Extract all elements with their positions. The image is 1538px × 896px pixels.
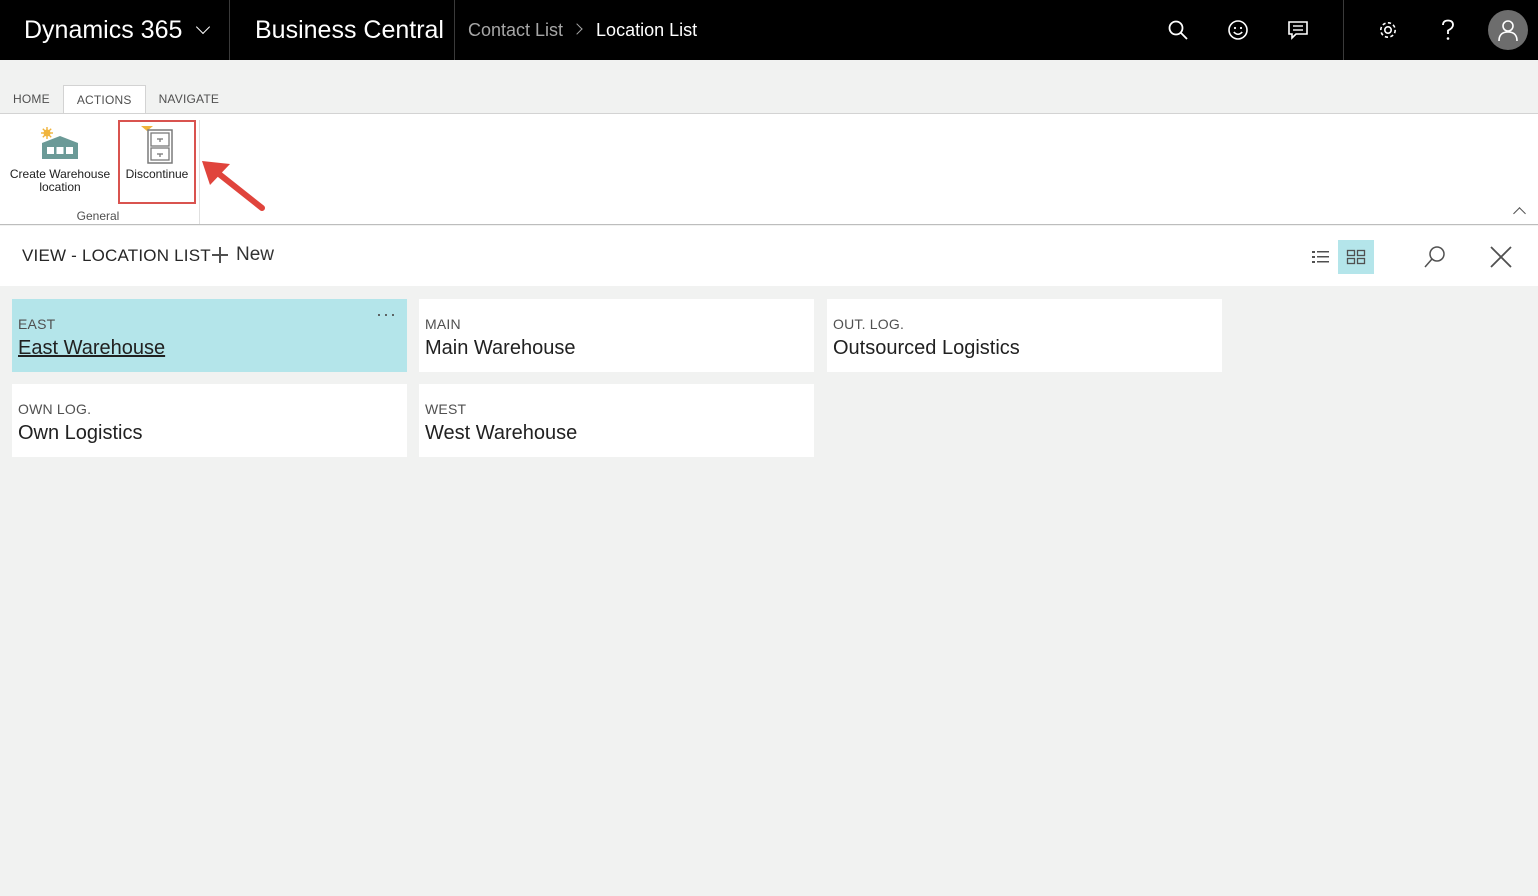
- create-warehouse-label-line2: location: [39, 180, 81, 194]
- list-view-icon: [1312, 251, 1329, 263]
- breadcrumb: Contact List Location List: [468, 0, 697, 60]
- location-code: MAIN: [425, 316, 461, 332]
- create-warehouse-location-button[interactable]: Create Warehouse location: [6, 122, 114, 194]
- search-icon: [1168, 20, 1188, 40]
- plus-icon: [212, 247, 228, 263]
- location-name-link[interactable]: East Warehouse: [18, 337, 407, 360]
- location-tile-main[interactable]: MAIN Main Warehouse: [419, 299, 814, 372]
- close-icon: [1490, 246, 1512, 268]
- question-icon: [1442, 19, 1454, 40]
- ribbon-group-divider: [199, 120, 200, 224]
- close-button[interactable]: [1483, 240, 1519, 274]
- tab-home[interactable]: HOME: [0, 85, 63, 114]
- smiley-icon: [1228, 20, 1248, 40]
- help-button[interactable]: [1418, 0, 1478, 60]
- location-name-link[interactable]: Own Logistics: [18, 422, 407, 445]
- page-header: VIEW - LOCATION LIST New: [0, 226, 1538, 286]
- page-title: VIEW - LOCATION LIST: [22, 246, 211, 265]
- location-tile-own-log[interactable]: OWN LOG. Own Logistics: [12, 384, 407, 457]
- location-code: OWN LOG.: [18, 401, 92, 417]
- product-name: Dynamics 365: [24, 15, 183, 44]
- location-tile-out-log[interactable]: OUT. LOG. Outsourced Logistics: [827, 299, 1222, 372]
- location-tile-west[interactable]: WEST West Warehouse: [419, 384, 814, 457]
- ribbon-group-label: General: [76, 209, 120, 223]
- app-name[interactable]: Business Central: [230, 0, 455, 60]
- ribbon-body: Create Warehouse location Discontinue Ge…: [0, 113, 1538, 225]
- chevron-down-icon: [196, 19, 211, 35]
- action-ribbon: HOME ACTIONS NAVIGATE Create Warehouse l…: [0, 60, 1538, 226]
- location-name-link[interactable]: West Warehouse: [425, 422, 814, 445]
- location-tile-east[interactable]: EAST East Warehouse ···: [12, 299, 407, 372]
- chevron-right-icon: [571, 23, 583, 35]
- new-label: New: [236, 244, 275, 265]
- avatar: [1488, 10, 1528, 50]
- user-icon: [1498, 20, 1518, 42]
- topbar-divider: [1343, 0, 1344, 60]
- location-code: WEST: [425, 401, 467, 417]
- feedback-button[interactable]: [1208, 0, 1268, 60]
- message-icon: [1288, 21, 1308, 40]
- tile-view-icon: [1346, 249, 1366, 265]
- breadcrumb-contact-list[interactable]: Contact List: [468, 20, 563, 41]
- more-options-icon[interactable]: ···: [376, 304, 397, 325]
- location-name-link[interactable]: Outsourced Logistics: [833, 337, 1222, 360]
- product-switcher[interactable]: Dynamics 365: [0, 0, 230, 60]
- collapse-ribbon-chevron-up-icon[interactable]: [1513, 207, 1526, 220]
- tile-view-button[interactable]: [1338, 240, 1374, 274]
- location-code: OUT. LOG.: [833, 316, 905, 332]
- tab-actions[interactable]: ACTIONS: [62, 85, 146, 115]
- notifications-button[interactable]: [1268, 0, 1328, 60]
- settings-button[interactable]: [1358, 0, 1418, 60]
- list-view-button[interactable]: [1303, 240, 1339, 274]
- search-list-button[interactable]: [1417, 240, 1453, 274]
- warehouse-icon: [38, 122, 82, 168]
- highlight-box: [118, 120, 196, 204]
- search-icon: [1424, 246, 1445, 268]
- ribbon-tabs: HOME ACTIONS NAVIGATE: [0, 85, 233, 115]
- location-code: EAST: [18, 316, 56, 332]
- search-button[interactable]: [1148, 0, 1208, 60]
- tab-navigate[interactable]: NAVIGATE: [146, 85, 233, 114]
- breadcrumb-location-list: Location List: [596, 19, 698, 40]
- annotation-arrow-icon: [202, 161, 265, 211]
- gear-icon: [1380, 22, 1396, 38]
- user-button[interactable]: [1478, 0, 1538, 60]
- location-name-link[interactable]: Main Warehouse: [425, 337, 814, 360]
- top-bar: Dynamics 365 Business Central Contact Li…: [0, 0, 1538, 60]
- new-button[interactable]: New: [212, 244, 274, 266]
